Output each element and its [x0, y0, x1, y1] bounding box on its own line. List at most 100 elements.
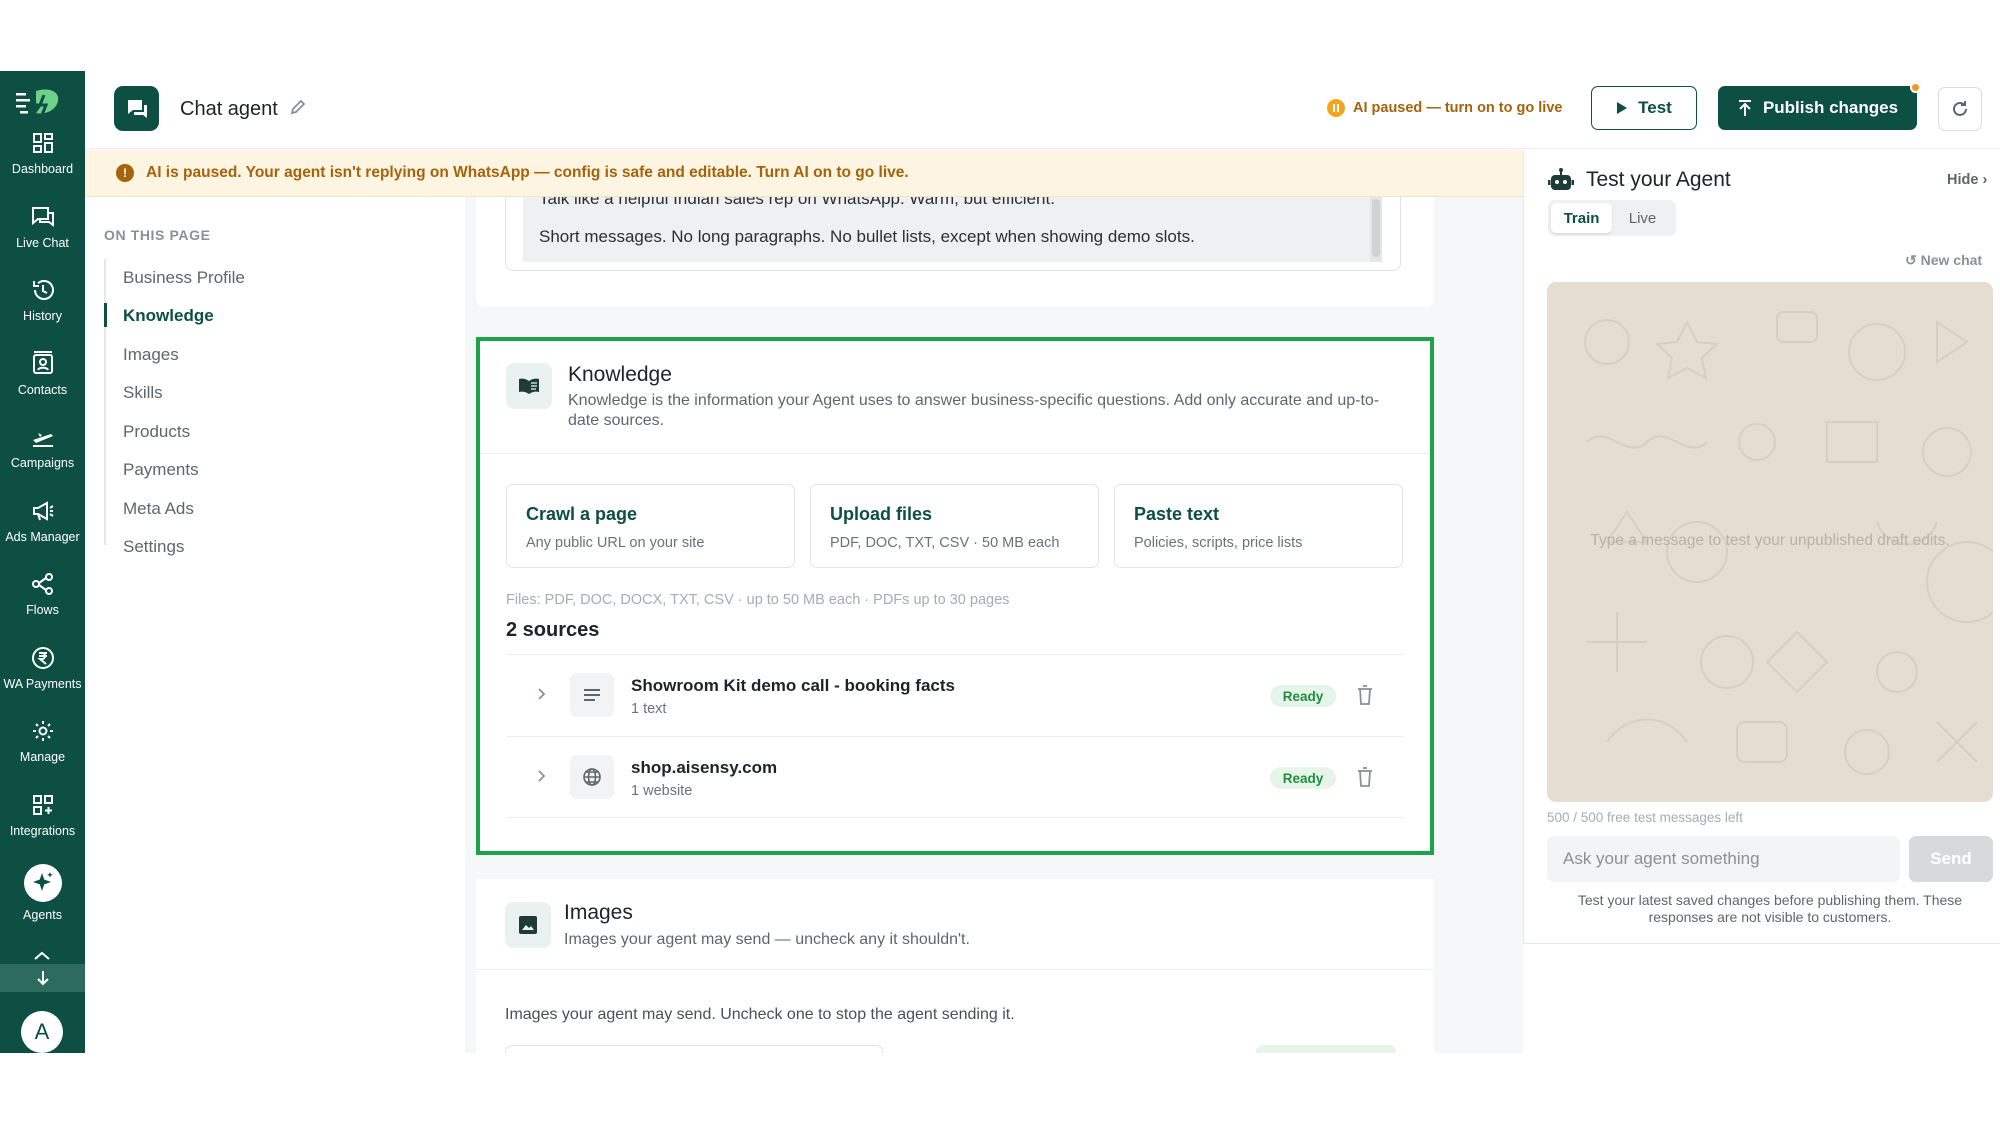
history-icon [32, 280, 54, 300]
nav-label: History [23, 309, 62, 323]
prompt-line-cut: Talk like a helpful Indian sales rep on … [539, 197, 1055, 208]
knowledge-title: Knowledge [568, 363, 672, 386]
source-row[interactable]: Showroom Kit demo call - booking facts 1… [506, 654, 1404, 736]
option-title: Crawl a page [526, 504, 638, 524]
upload-files-option[interactable]: Upload files PDF, DOC, TXT, CSV · 50 MB … [810, 484, 1099, 568]
nav-label: Agents [23, 908, 62, 922]
page-title: Chat agent [180, 98, 278, 120]
hide-panel-link[interactable]: Hide › [1947, 172, 1987, 188]
toc-knowledge[interactable]: Knowledge [123, 306, 214, 326]
left-nav-rail: Dashboard Live Chat History Contacts Cam… [0, 71, 85, 1053]
nav-label: Contacts [17, 383, 68, 397]
test-agent-panel: Test your Agent Hide › Train Live ↺ New … [1523, 150, 2000, 944]
main-content: ON THIS PAGE Business Profile Knowledge … [85, 197, 1523, 1053]
chat-area: Type a message to test your unpublished … [1547, 282, 1993, 802]
nav-live-chat[interactable]: Live Chat [0, 192, 85, 262]
chevron-right-icon[interactable] [533, 768, 549, 784]
image-item[interactable] [1256, 1045, 1396, 1053]
publish-changes-button[interactable]: Publish changes [1718, 82, 1921, 130]
active-indicator [23, 864, 62, 902]
nav-label: WA Payments [3, 677, 82, 691]
knowledge-card: Knowledge Knowledge is the information y… [476, 337, 1434, 855]
nav-label: Flows [26, 603, 59, 617]
integrations-icon [32, 795, 53, 815]
nav-integrations[interactable]: Integrations [0, 780, 85, 850]
source-row[interactable]: shop.aisensy.com 1 website Ready [506, 736, 1404, 818]
chat-empty-message: Type a message to test your unpublished … [1590, 532, 1950, 549]
live-chat-icon [31, 207, 54, 227]
chevron-right-icon[interactable] [533, 686, 549, 702]
nav-history[interactable]: History [0, 265, 85, 335]
info-icon: ! [116, 164, 134, 182]
option-title: Paste text [1134, 504, 1220, 524]
nav-manage[interactable]: Manage [0, 706, 85, 776]
upload-icon [1738, 100, 1751, 116]
chevron-up-icon[interactable] [27, 947, 57, 963]
play-icon [1617, 102, 1628, 114]
nav-dashboard[interactable]: Dashboard [0, 118, 85, 188]
top-blank-area [0, 0, 2000, 71]
nav-label: Campaigns [10, 456, 75, 470]
avatar[interactable]: A [21, 1011, 63, 1053]
nav-agents[interactable]: Agents [0, 856, 85, 926]
page-header: Chat agent AI paused — turn on to go liv… [85, 71, 2000, 149]
train-live-toggle: Train Live [1548, 200, 1676, 236]
trash-icon[interactable] [1354, 683, 1376, 707]
nav-campaigns[interactable]: Campaigns [0, 412, 85, 482]
images-title: Images [564, 901, 633, 924]
new-chat-button[interactable]: ↺ New chat [1905, 252, 1982, 269]
robot-icon [1548, 168, 1574, 190]
rupee-icon [31, 647, 54, 669]
text-lines-icon [570, 673, 614, 717]
toc-meta-ads[interactable]: Meta Ads [123, 499, 194, 519]
test-label: Test [1638, 98, 1672, 117]
ai-paused-banner: ! AI is paused. Your agent isn't replyin… [85, 150, 1523, 197]
ask-agent-input[interactable] [1547, 836, 1900, 882]
bottom-blank-area [0, 1053, 2000, 1125]
toc-images[interactable]: Images [123, 345, 179, 365]
option-subtitle: Any public URL on your site [526, 535, 705, 551]
toc-skills[interactable]: Skills [123, 383, 163, 403]
toc-active-marker [104, 303, 107, 327]
toc-payments[interactable]: Payments [123, 460, 199, 480]
toc-business-profile[interactable]: Business Profile [123, 268, 245, 288]
toc-products[interactable]: Products [123, 422, 190, 442]
option-subtitle: Policies, scripts, price lists [1134, 535, 1303, 551]
tab-live[interactable]: Live [1612, 203, 1673, 233]
toc-settings[interactable]: Settings [123, 537, 184, 557]
megaphone-icon [32, 501, 54, 521]
crawl-page-option[interactable]: Crawl a page Any public URL on your site [506, 484, 795, 568]
images-note: Images your agent may send. Uncheck one … [505, 1006, 1015, 1023]
scrollbar-thumb[interactable] [1372, 199, 1380, 257]
tab-train[interactable]: Train [1551, 203, 1612, 233]
option-title: Upload files [830, 504, 933, 524]
arrow-down-icon [36, 971, 49, 986]
nav-contacts[interactable]: Contacts [0, 339, 85, 409]
send-button[interactable]: Send [1909, 836, 1993, 882]
test-button[interactable]: Test [1591, 86, 1697, 130]
pencil-icon[interactable] [289, 98, 307, 116]
nav-ads-manager[interactable]: Ads Manager [0, 486, 85, 556]
refresh-button[interactable] [1938, 87, 1982, 131]
status-badge: Ready [1270, 767, 1336, 789]
rail-scroll-down[interactable] [0, 964, 85, 992]
nav-wa-payments[interactable]: WA Payments [0, 633, 85, 703]
app-logo[interactable] [14, 85, 68, 121]
sparkle-icon [32, 872, 53, 891]
nav-flows[interactable]: Flows [0, 559, 85, 629]
image-item[interactable] [505, 1045, 883, 1053]
trash-icon[interactable] [1354, 765, 1376, 789]
sources-count: 2 sources [506, 619, 600, 641]
globe-icon [570, 755, 614, 799]
nav-label: Dashboard [11, 162, 74, 176]
nav-label: Integrations [9, 824, 76, 838]
tone-textarea[interactable]: Talk like a helpful Indian sales rep on … [505, 197, 1401, 271]
ai-status[interactable]: AI paused — turn on to go live [1327, 99, 1562, 117]
panel-title: Test your Agent [1586, 168, 1731, 191]
textarea-scrollbar[interactable] [1370, 197, 1382, 262]
nav-label: Live Chat [16, 236, 69, 250]
book-icon [506, 363, 552, 409]
status-badge: Ready [1270, 685, 1336, 707]
paste-text-option[interactable]: Paste text Policies, scripts, price list… [1114, 484, 1403, 568]
toc-rail [104, 259, 106, 545]
